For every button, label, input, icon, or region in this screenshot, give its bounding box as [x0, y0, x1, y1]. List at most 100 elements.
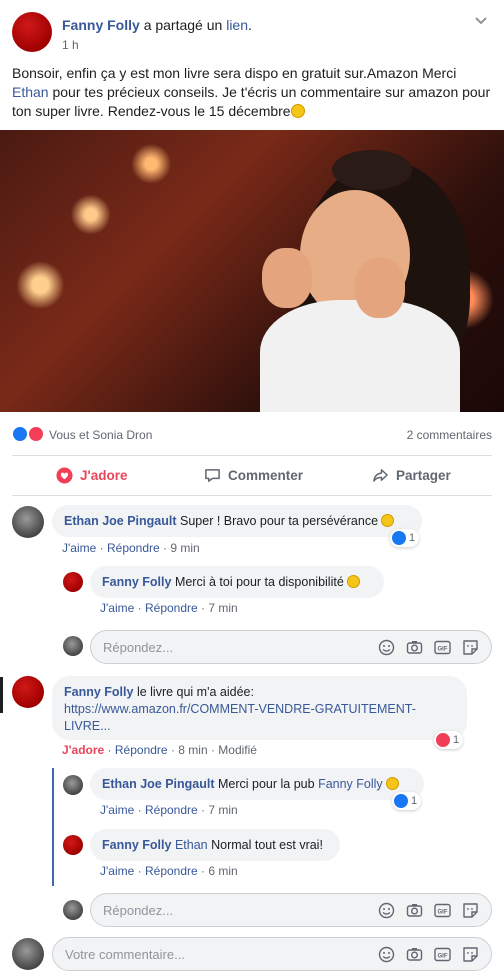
reply-bubble: Fanny Folly Ethan Normal tout est vrai!: [90, 829, 340, 861]
post-header: Fanny Folly a partagé un lien. 1 h: [12, 12, 492, 56]
chevron-down-icon[interactable]: [474, 16, 488, 26]
reply-author[interactable]: Fanny Folly: [102, 575, 171, 589]
camera-icon[interactable]: [406, 639, 423, 656]
post-author-name[interactable]: Fanny Folly: [62, 17, 140, 33]
comment-button[interactable]: Commenter: [204, 465, 303, 485]
post-gif-image[interactable]: [0, 130, 504, 412]
comment-text: le livre qui m'a aidée:: [136, 685, 254, 699]
comment-author[interactable]: Ethan Joe Pingault: [64, 514, 177, 528]
post-text-part1: Bonsoir, enfin ça y est mon livre sera d…: [12, 65, 457, 81]
composer-icons: GIF: [378, 946, 479, 963]
gif-icon[interactable]: GIF: [434, 902, 451, 919]
edge-marker: [0, 677, 3, 713]
my-avatar: [12, 938, 44, 970]
comment-meta: J'adore · Répondre · 8 min · Modifié: [62, 743, 257, 757]
edited-label[interactable]: Modifié: [218, 743, 257, 757]
like-reaction-icon[interactable]: [12, 426, 28, 442]
comment-input[interactable]: Votre commentaire... GIF: [52, 937, 492, 971]
like-link[interactable]: J'aime: [100, 803, 134, 817]
emoji-icon[interactable]: [378, 946, 395, 963]
adore-link[interactable]: J'adore: [62, 743, 104, 757]
emoji-icon[interactable]: [378, 902, 395, 919]
reply-time[interactable]: 7 min: [208, 601, 237, 615]
my-avatar: [63, 900, 83, 920]
reply-mention[interactable]: Ethan: [175, 838, 208, 852]
camera-icon[interactable]: [406, 902, 423, 919]
like-link[interactable]: J'aime: [62, 541, 96, 555]
comments-count[interactable]: 2 commentaires: [407, 428, 492, 442]
divider: [12, 455, 492, 456]
sticker-icon[interactable]: [462, 639, 479, 656]
reply-time[interactable]: 7 min: [208, 803, 237, 817]
reply-author[interactable]: Ethan Joe Pingault: [102, 777, 215, 791]
reply-reaction-count[interactable]: 1: [392, 792, 422, 810]
comment-time[interactable]: 8 min: [178, 743, 207, 757]
reply-time[interactable]: 6 min: [208, 864, 237, 878]
gif-figure-hand-left: [262, 248, 312, 308]
comment-label: Commenter: [228, 467, 304, 483]
camera-icon[interactable]: [406, 946, 423, 963]
divider: [12, 495, 492, 496]
kiss-emoji-icon: [385, 777, 399, 790]
adore-label: J'adore: [80, 467, 128, 483]
commenter-avatar[interactable]: [12, 676, 44, 708]
reply-bubble: Ethan Joe Pingault Merci pour la pub Fan…: [90, 768, 424, 800]
adore-button[interactable]: J'adore: [56, 465, 127, 485]
reply-link[interactable]: Répondre: [115, 743, 168, 757]
reaction-count: 1: [409, 532, 416, 544]
monocle-emoji-icon: [290, 104, 305, 118]
my-avatar: [63, 636, 83, 656]
reply-author-avatar[interactable]: [63, 572, 83, 592]
reply-text: Merci pour la pub: [218, 777, 315, 791]
love-reaction-icon[interactable]: [28, 426, 44, 442]
reply-author[interactable]: Fanny Folly: [102, 838, 171, 852]
reply-input[interactable]: Répondez... GIF: [90, 893, 492, 927]
post-author-line: Fanny Folly a partagé un lien.: [62, 17, 252, 33]
reply-input[interactable]: Répondez... GIF: [90, 630, 492, 664]
reaction-count: 1: [453, 734, 460, 746]
post-mention-ethan[interactable]: Ethan: [12, 84, 49, 100]
post-action-link[interactable]: lien: [226, 17, 248, 33]
sticker-icon[interactable]: [462, 902, 479, 919]
comment-meta: J'aime · Répondre · 9 min: [62, 541, 200, 555]
gif-icon[interactable]: GIF: [434, 639, 451, 656]
reply-text: Normal tout est vrai!: [211, 838, 323, 852]
reactions-bar: Vous et Sonia Dron 2 commentaires: [12, 424, 492, 444]
comment-reaction-count[interactable]: 1: [434, 731, 464, 749]
post-author-avatar[interactable]: [12, 12, 52, 52]
reaction-names[interactable]: Vous et Sonia Dron: [49, 428, 152, 442]
love-reaction-icon: [436, 733, 450, 747]
post-text-part2: pour tes précieux conseils. Je t'écris u…: [12, 84, 491, 119]
comment-bubble: Ethan Joe Pingault Super ! Bravo pour ta…: [52, 505, 422, 537]
share-button[interactable]: Partager: [372, 465, 451, 485]
like-link[interactable]: J'aime: [100, 601, 134, 615]
reply-meta: J'aime · Répondre · 7 min: [100, 803, 238, 817]
reply-link[interactable]: Répondre: [107, 541, 160, 555]
speech-bubble-icon: [205, 468, 220, 482]
reply-link[interactable]: Répondre: [145, 601, 198, 615]
commenter-avatar[interactable]: [12, 506, 44, 538]
reply-mention[interactable]: Fanny Folly: [318, 777, 383, 791]
post-timestamp[interactable]: 1 h: [62, 38, 79, 52]
comment-time[interactable]: 9 min: [170, 541, 199, 555]
reply-link[interactable]: Répondre: [145, 803, 198, 817]
share-arrow-icon: [373, 468, 388, 482]
comment-bubble: Fanny Folly le livre qui m'a aidée: http…: [52, 676, 467, 740]
reply-meta: J'aime · Répondre · 6 min: [100, 864, 238, 878]
sticker-icon[interactable]: [462, 946, 479, 963]
reply-author-avatar[interactable]: [63, 835, 83, 855]
svg-text:GIF: GIF: [438, 954, 448, 960]
thread-line: [52, 768, 54, 886]
comment-reaction-count[interactable]: 1: [390, 529, 420, 547]
svg-text:GIF: GIF: [438, 647, 448, 653]
reply-author-avatar[interactable]: [63, 775, 83, 795]
comment-author[interactable]: Fanny Folly: [64, 685, 133, 699]
emoji-icon[interactable]: [378, 639, 395, 656]
like-reaction-icon: [392, 531, 406, 545]
gif-icon[interactable]: GIF: [434, 946, 451, 963]
post-action-suffix: .: [248, 17, 252, 33]
gif-figure-hand-right: [355, 258, 405, 318]
amazon-link[interactable]: https://www.amazon.fr/COMMENT-VENDRE-GRA…: [64, 702, 416, 733]
like-link[interactable]: J'aime: [100, 864, 134, 878]
reply-link[interactable]: Répondre: [145, 864, 198, 878]
